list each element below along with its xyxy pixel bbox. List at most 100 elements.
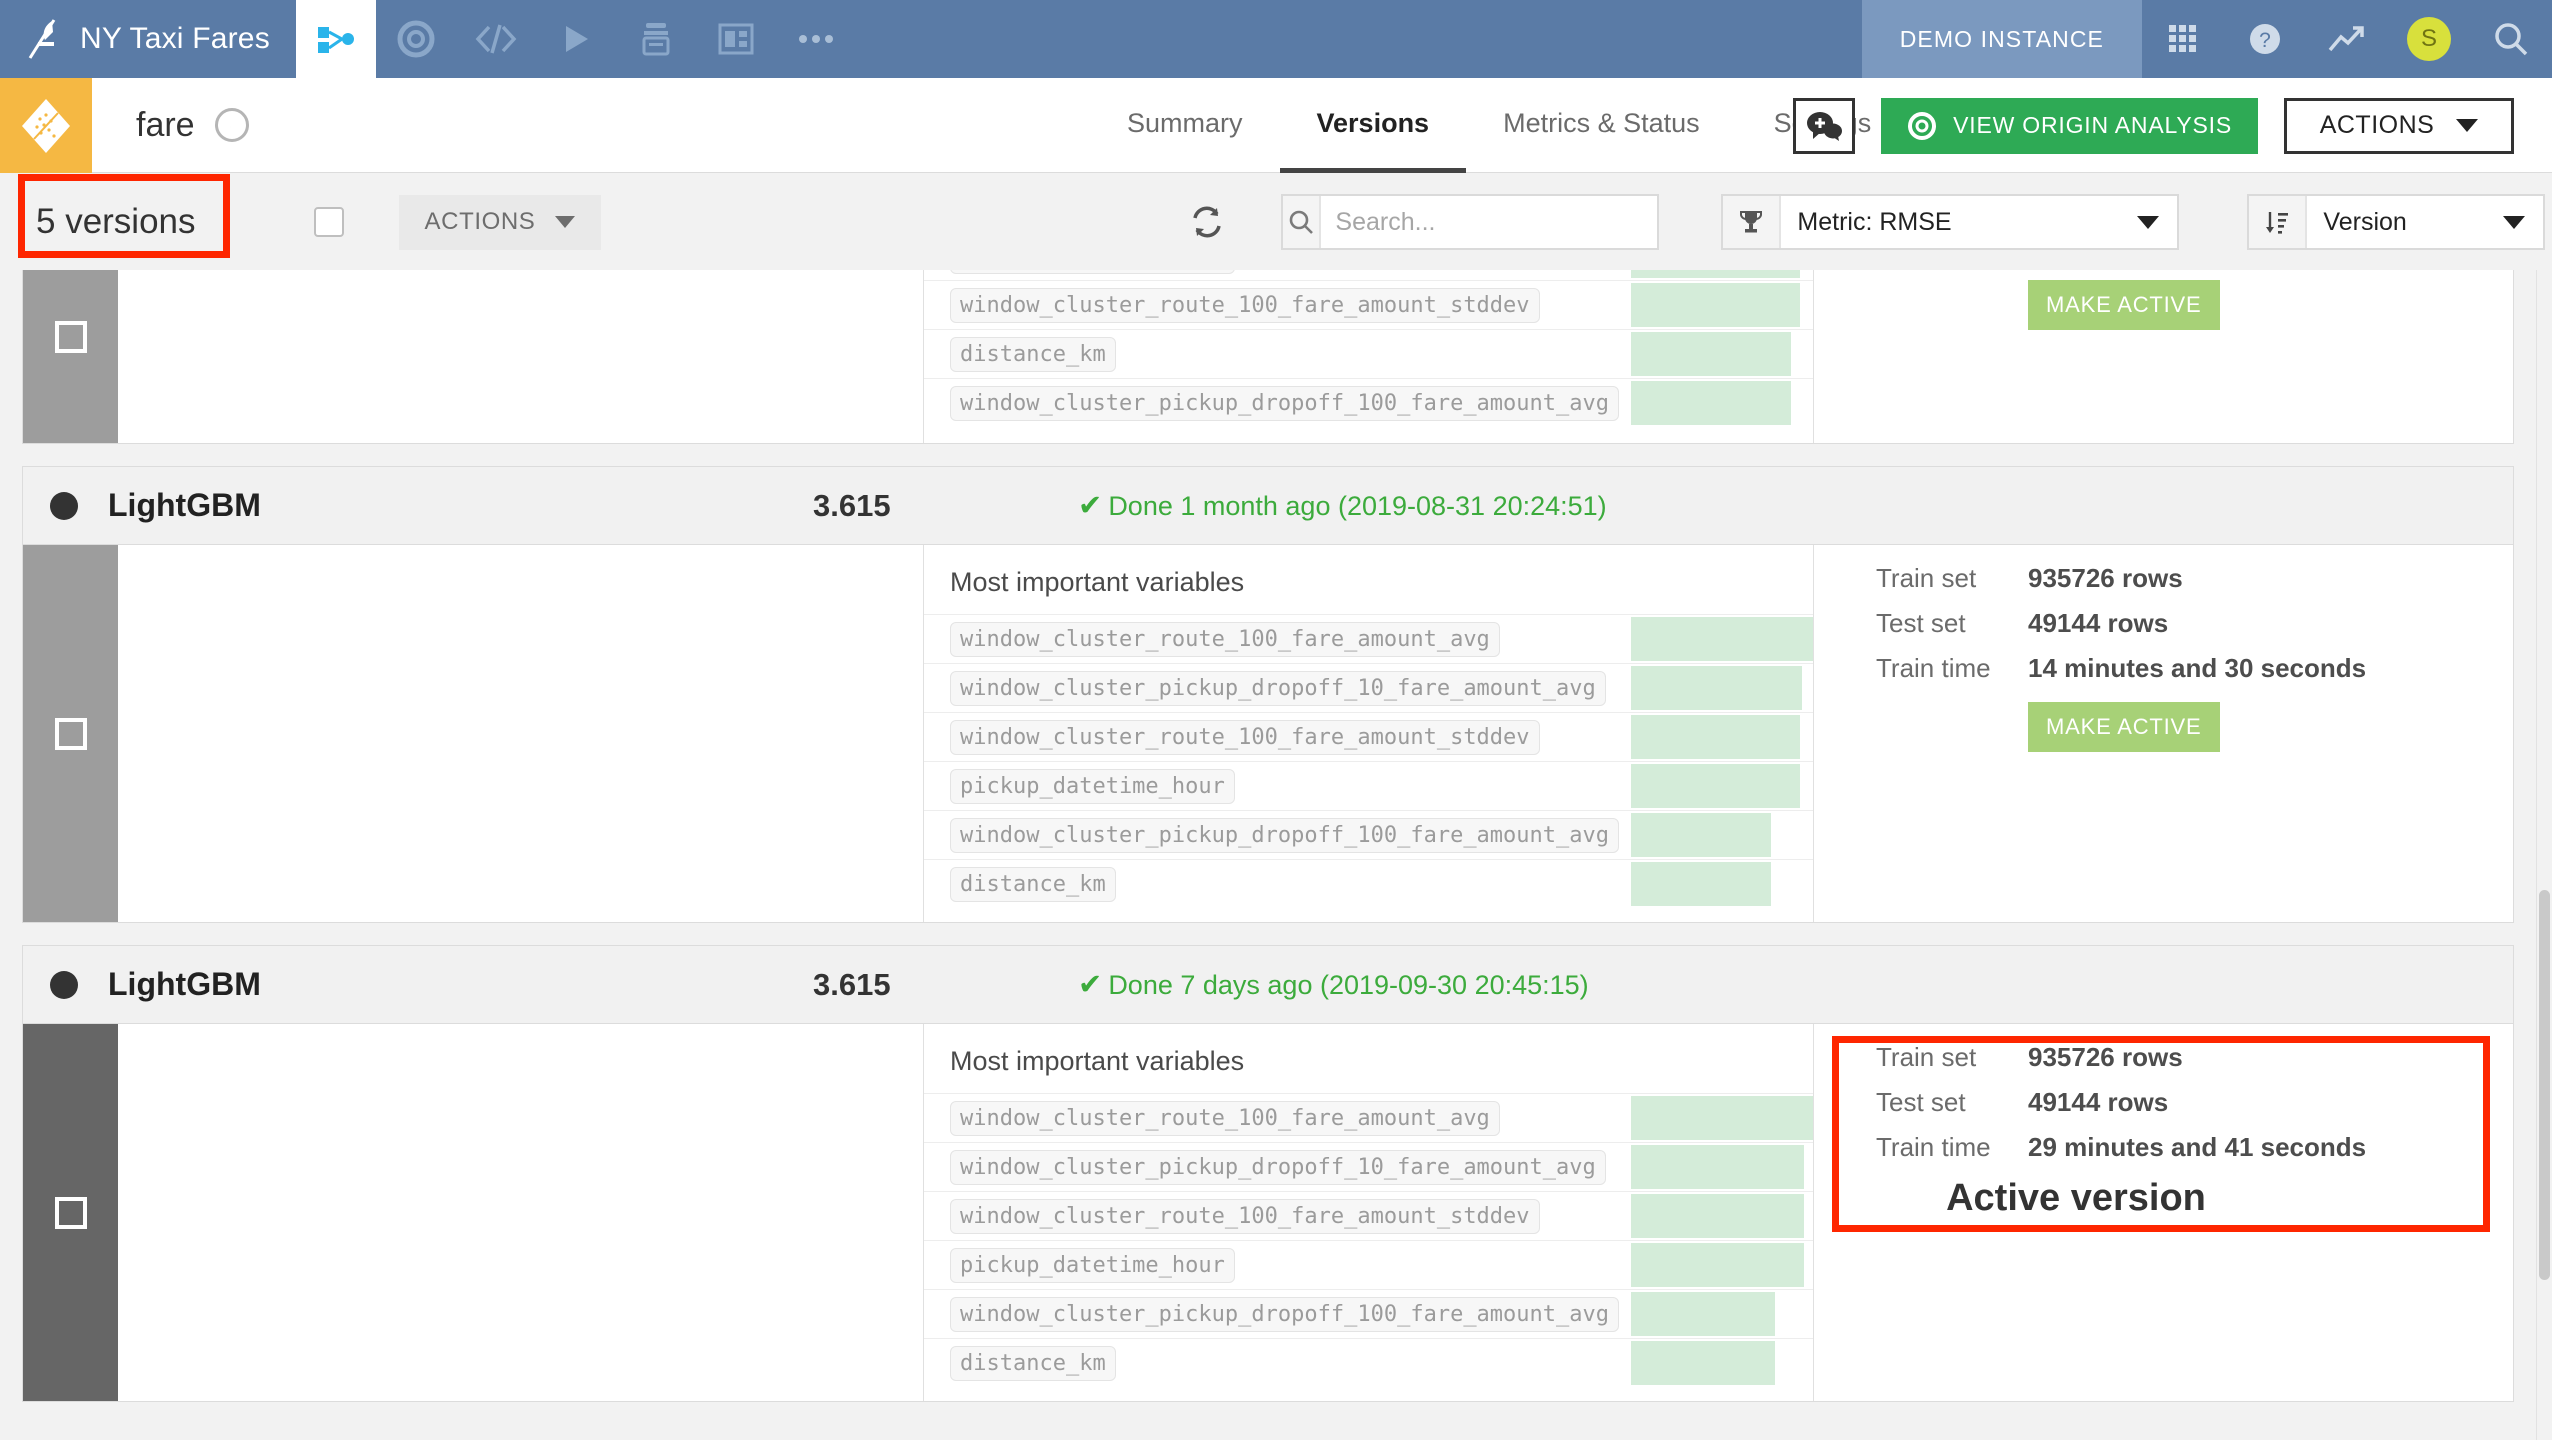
variable-bar-cell <box>1631 1192 1813 1240</box>
variable-row: distance_km <box>924 859 1813 908</box>
metric-select-value-wrap: Metric: RMSE <box>1781 196 2177 248</box>
variable-bar-cell <box>1631 1241 1813 1289</box>
tab-summary[interactable]: Summary <box>1090 78 1280 173</box>
variable-name: pickup_datetime_hour <box>950 1247 1235 1283</box>
variable-row: window_cluster_pickup_dropoff_100_fare_a… <box>924 1289 1813 1338</box>
make-active-button[interactable]: MAKE ACTIVE <box>2028 702 2220 752</box>
version-count-wrapper: 5 versions <box>18 174 230 258</box>
version-checkbox[interactable] <box>54 1196 87 1229</box>
versions-list[interactable]: pickup_datetime_hour window_cluster_rout… <box>0 270 2536 1440</box>
version-count-label: 5 versions <box>36 202 196 241</box>
instance-badge[interactable]: DEMO INSTANCE <box>1861 0 2142 78</box>
stat-row: Test set 49144 rows <box>1814 1087 2513 1118</box>
vertical-scrollbar[interactable] <box>2536 270 2552 1440</box>
apps-grid-icon[interactable] <box>2142 22 2224 56</box>
discussion-add-icon[interactable] <box>1793 97 1856 154</box>
important-variables-panel: Most important variables window_cluster_… <box>923 545 1813 922</box>
variable-name-cell: window_cluster_pickup_dropoff_100_fare_a… <box>924 379 1631 427</box>
version-card-header: LightGBM 3.615 ✔ Done 1 month ago (2019-0… <box>23 467 2513 545</box>
version-status-text: Done 7 days ago (2019-09-30 20:45:15) <box>1108 970 1589 1000</box>
variable-importance-bar <box>1631 617 1813 661</box>
brand-block[interactable]: NY Taxi Fares <box>0 0 296 78</box>
variable-name-cell: window_cluster_pickup_dropoff_100_fare_a… <box>924 1290 1631 1338</box>
important-variables-panel: pickup_datetime_hour window_cluster_rout… <box>923 270 1813 443</box>
variable-importance-bar <box>1631 813 1772 857</box>
variable-row: window_cluster_pickup_dropoff_100_fare_a… <box>924 810 1813 859</box>
variable-bar-cell <box>1631 1094 1813 1142</box>
trending-icon[interactable] <box>2306 24 2388 54</box>
metric-select[interactable]: Metric: RMSE <box>1721 194 2180 250</box>
flow-icon[interactable] <box>295 0 376 78</box>
variable-name: distance_km <box>950 336 1116 372</box>
version-select-strip[interactable] <box>23 545 118 922</box>
search-input[interactable] <box>1321 196 1658 248</box>
variable-row: window_cluster_route_100_fare_amount_avg <box>924 1093 1813 1142</box>
more-icon[interactable] <box>776 0 856 78</box>
variable-name: window_cluster_route_100_fare_amount_avg <box>950 621 1500 657</box>
version-card[interactable]: pickup_datetime_hour window_cluster_rout… <box>22 270 2514 444</box>
variable-importance-bar <box>1631 283 1801 327</box>
version-checkbox[interactable] <box>54 321 87 353</box>
dashboard-icon[interactable] <box>696 0 776 78</box>
important-variables-title: Most important variables <box>950 567 1245 597</box>
variable-bar-cell <box>1631 1339 1813 1387</box>
version-select-strip[interactable] <box>23 270 118 443</box>
stat-value: 935726 rows <box>2028 1042 2183 1072</box>
dataiku-logo-icon <box>22 18 62 60</box>
variable-importance-bar <box>1631 715 1801 759</box>
variable-importance-bar <box>1631 862 1772 906</box>
project-actions-button[interactable]: ACTIONS <box>2284 97 2514 154</box>
scrollbar-thumb[interactable] <box>2539 890 2550 1280</box>
variable-name: pickup_datetime_hour <box>950 768 1235 804</box>
check-icon: ✔ <box>1078 969 1103 1001</box>
variable-importance-bar <box>1631 1096 1813 1140</box>
version-stats-panel: Train time 14 minutes and 41 seconds MAK… <box>1813 270 2513 443</box>
version-checkbox[interactable] <box>54 717 87 750</box>
stat-label: Train set <box>1876 1042 1977 1072</box>
version-select-strip[interactable] <box>23 1024 118 1401</box>
compass-icon[interactable] <box>214 108 249 142</box>
bulk-actions-button[interactable]: ACTIONS <box>398 194 602 250</box>
version-chart-area <box>118 270 923 443</box>
variable-name: window_cluster_route_100_fare_amount_avg <box>950 1100 1500 1136</box>
version-score: 3.615 <box>813 966 891 1002</box>
project-tabs: Summary Versions Metrics & Status Settin… <box>1090 78 1908 173</box>
tab-versions[interactable]: Versions <box>1279 78 1467 173</box>
tab-metrics-status[interactable]: Metrics & Status <box>1466 78 1737 173</box>
avatar-initial: S <box>2407 17 2451 61</box>
help-icon[interactable]: ? <box>2224 20 2306 58</box>
version-card-active[interactable]: LightGBM 3.615 ✔ Done 7 days ago (2019-09… <box>22 945 2514 1402</box>
variable-name: distance_km <box>950 866 1116 902</box>
make-active-button[interactable]: MAKE ACTIVE <box>2028 280 2220 330</box>
variable-name-cell: pickup_datetime_hour <box>924 1241 1631 1289</box>
play-icon[interactable] <box>536 0 616 78</box>
variable-importance-bar <box>1631 1292 1775 1336</box>
lifesaver-icon[interactable] <box>376 0 456 78</box>
variable-bar-cell <box>1631 762 1813 810</box>
code-icon[interactable] <box>456 0 536 78</box>
select-all-checkbox[interactable] <box>313 207 344 237</box>
sort-select[interactable]: Version <box>2247 194 2546 250</box>
project-actions-label: ACTIONS <box>2319 111 2435 139</box>
variable-name-cell: window_cluster_route_100_fare_amount_std… <box>924 281 1631 329</box>
version-card[interactable]: LightGBM 3.615 ✔ Done 1 month ago (2019-0… <box>22 466 2514 923</box>
variable-name-cell: window_cluster_route_100_fare_amount_avg <box>924 1094 1631 1142</box>
variable-row: window_cluster_route_100_fare_amount_std… <box>924 280 1813 329</box>
view-origin-analysis-button[interactable]: VIEW ORIGIN ANALYSIS <box>1881 97 2258 154</box>
stat-row: Train time 29 minutes and 41 seconds <box>1814 1132 2513 1163</box>
version-algorithm-name: LightGBM <box>108 966 261 1002</box>
avatar[interactable]: S <box>2388 17 2470 61</box>
svg-text:?: ? <box>2259 29 2271 52</box>
variable-importance-bar <box>1631 1243 1804 1287</box>
search-icon[interactable] <box>2470 20 2552 58</box>
chevron-down-icon <box>2503 215 2526 229</box>
trophy-icon <box>1723 196 1782 248</box>
version-card-body: pickup_datetime_hour window_cluster_rout… <box>23 270 2513 443</box>
variable-bar-cell <box>1631 270 1813 280</box>
refresh-icon[interactable] <box>1189 204 1225 240</box>
notebook-icon[interactable] <box>616 0 696 78</box>
version-status-text: Done 1 month ago (2019-08-31 20:24:51) <box>1108 491 1607 521</box>
stat-label: Test set <box>1876 608 1966 638</box>
search-box[interactable] <box>1281 194 1660 250</box>
stat-label: Train set <box>1876 563 1977 593</box>
